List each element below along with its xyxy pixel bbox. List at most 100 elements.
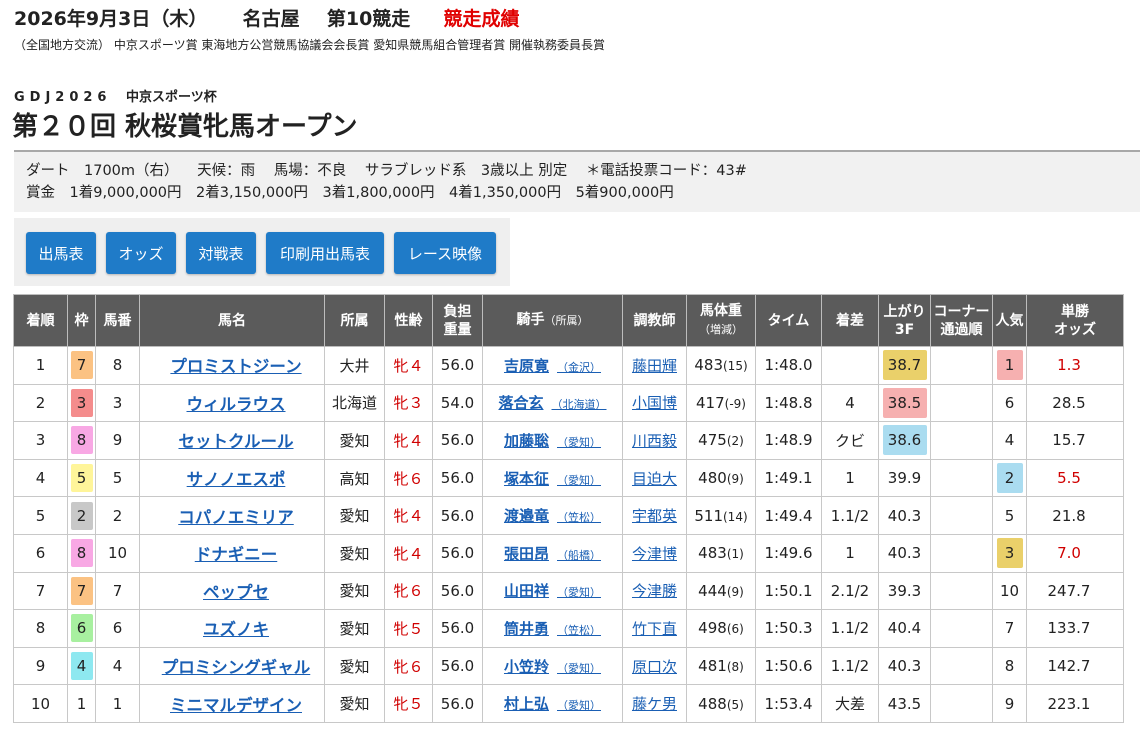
- trainer-link[interactable]: 竹下直: [632, 620, 677, 638]
- trainer-link[interactable]: 藤ケ男: [632, 695, 677, 713]
- jockey-link[interactable]: 吉原寛 （金沢）: [504, 357, 601, 375]
- trainer-cell: 藤田輝: [622, 346, 687, 385]
- horse-cell: プロミストジーン: [139, 346, 325, 385]
- popularity-highlight: 1: [996, 350, 1023, 381]
- table-row: 5 2 2 コパノエミリア 愛知 牝４ 56.0 渡邉竜 （笠松） 宇都英 511(14) 1:49.…: [13, 496, 1124, 535]
- horse-link[interactable]: ユズノキ: [203, 620, 269, 639]
- horse-link[interactable]: プロミシングギャル: [162, 658, 311, 677]
- jockey-link[interactable]: 小笠羚 （愛知）: [504, 658, 601, 676]
- margin-cell: 1: [821, 533, 879, 573]
- margin-cell: 1.1/2: [821, 609, 879, 648]
- frame-cell: 7: [67, 571, 96, 611]
- col-body-weight: 馬体重 （増減）: [686, 294, 756, 347]
- horse-link[interactable]: サノノエスポ: [187, 470, 286, 489]
- jockey-link[interactable]: 山田祥 （愛知）: [504, 582, 601, 600]
- weight-cell: 56.0: [432, 646, 483, 686]
- print-entries-button[interactable]: 印刷用出馬表: [266, 232, 384, 274]
- time-cell: 1:50.1: [755, 571, 822, 611]
- jockey-link[interactable]: 渡邉竜 （笠松）: [504, 507, 601, 525]
- col-frame: 枠: [67, 294, 96, 347]
- body-weight-cell: 481(8): [686, 646, 756, 686]
- trainer-link[interactable]: 目迫大: [632, 470, 677, 488]
- odds-cell: 133.7: [1026, 609, 1124, 648]
- jockey-link[interactable]: 落合玄 （北海道）: [498, 394, 606, 412]
- corner-cell: [930, 646, 993, 686]
- body-weight-cell: 498(6): [686, 609, 756, 648]
- affiliation-cell: 愛知: [324, 533, 385, 573]
- sex-age-cell: 牝４: [384, 346, 433, 385]
- jockey-link[interactable]: 張田昂 （船橋）: [504, 545, 601, 563]
- number-cell: 2: [95, 496, 140, 535]
- trainer-link[interactable]: 今津博: [632, 545, 677, 563]
- entries-button[interactable]: 出馬表: [26, 232, 96, 274]
- horse-link[interactable]: ドナギニー: [195, 545, 278, 564]
- horse-link[interactable]: プロミストジーン: [170, 357, 301, 376]
- frame-badge: 8: [70, 426, 93, 455]
- number-cell: 3: [95, 383, 140, 423]
- frame-cell: 8: [67, 421, 96, 460]
- race-video-button[interactable]: レース映像: [394, 232, 496, 274]
- trainer-link[interactable]: 藤田輝: [632, 357, 677, 375]
- trainer-link[interactable]: 小国博: [632, 394, 677, 412]
- frame-cell: 8: [67, 533, 96, 573]
- margin-cell: 1.1/2: [821, 496, 879, 535]
- race-grade: GDJ2026 中京スポーツ杯: [14, 86, 217, 105]
- table-row: 4 5 5 サノノエスポ 高知 牝６ 56.0 塚本征 （愛知） 目迫大 480(9) 1:49.1 1…: [13, 458, 1124, 498]
- weight-cell: 56.0: [432, 609, 483, 648]
- col-popularity: 人気: [992, 294, 1027, 347]
- grade-code: GDJ2026: [14, 90, 112, 105]
- col-weight: 負担 重量: [432, 294, 483, 347]
- col-sex-age: 性齢: [384, 294, 433, 347]
- popularity-cell: 6: [992, 383, 1027, 423]
- trainer-cell: 今津勝: [622, 571, 687, 611]
- rank-cell: 2: [13, 383, 68, 423]
- jockey-link[interactable]: 筒井勇 （笠松）: [504, 620, 601, 638]
- col-horse: 馬名: [139, 294, 325, 347]
- corner-cell: [930, 684, 993, 723]
- jockey-link[interactable]: 塚本征 （愛知）: [504, 470, 601, 488]
- weight-cell: 56.0: [432, 346, 483, 385]
- table-row: 10 1 1 ミニマルデザイン 愛知 牝５ 56.0 村上弘 （愛知） 藤ケ男 488(5) 1:53…: [13, 684, 1124, 723]
- jockey-link[interactable]: 村上弘 （愛知）: [504, 695, 601, 713]
- number-cell: 6: [95, 609, 140, 648]
- jockey-link[interactable]: 加藤聡 （愛知）: [504, 432, 601, 450]
- body-weight-cell: 511(14): [686, 496, 756, 535]
- horse-cell: セットクルール: [139, 421, 325, 460]
- horse-link[interactable]: ミニマルデザイン: [170, 696, 302, 715]
- trainer-link[interactable]: 今津勝: [632, 582, 677, 600]
- body-weight-cell: 475(2): [686, 421, 756, 460]
- horse-link[interactable]: ペップセ: [203, 583, 269, 602]
- body-weight-cell: 417(-9): [686, 383, 756, 423]
- col-trainer: 調教師: [622, 294, 687, 347]
- time-cell: 1:48.9: [755, 421, 822, 460]
- popularity-cell: 2: [992, 458, 1027, 498]
- horse-link[interactable]: ウィルラウス: [187, 395, 286, 414]
- affiliation-cell: 高知: [324, 458, 385, 498]
- trainer-cell: 原口次: [622, 646, 687, 686]
- trainer-link[interactable]: 川西毅: [632, 432, 677, 450]
- race-info: ダート 1700m（右） 天候：雨 馬場：不良 サラブレッド系 3歳以上 別定 …: [14, 150, 1140, 212]
- sex-age-cell: 牝３: [384, 383, 433, 423]
- trainer-link[interactable]: 原口次: [632, 658, 677, 676]
- time-cell: 1:48.8: [755, 383, 822, 423]
- horse-link[interactable]: コパノエミリア: [178, 508, 294, 527]
- corner-cell: [930, 496, 993, 535]
- last3f-cell: 39.9: [878, 458, 931, 498]
- corner-cell: [930, 421, 993, 460]
- horse-link[interactable]: セットクルール: [178, 432, 293, 451]
- number-cell: 7: [95, 571, 140, 611]
- matchup-button[interactable]: 対戦表: [186, 232, 256, 274]
- race-number: 第10競走: [326, 8, 411, 30]
- trainer-link[interactable]: 宇都英: [632, 507, 677, 525]
- horse-cell: ミニマルデザイン: [139, 684, 325, 723]
- number-cell: 1: [95, 684, 140, 723]
- jockey-cell: 筒井勇 （笠松）: [482, 609, 623, 648]
- last3f-cell: 40.4: [878, 609, 931, 648]
- time-cell: 1:53.4: [755, 684, 822, 723]
- jockey-cell: 加藤聡 （愛知）: [482, 421, 623, 460]
- time-cell: 1:49.1: [755, 458, 822, 498]
- popularity-cell: 9: [992, 684, 1027, 723]
- race-status: 競走成績: [443, 8, 520, 30]
- last3f-cell: 39.3: [878, 571, 931, 611]
- odds-button[interactable]: オッズ: [106, 232, 176, 274]
